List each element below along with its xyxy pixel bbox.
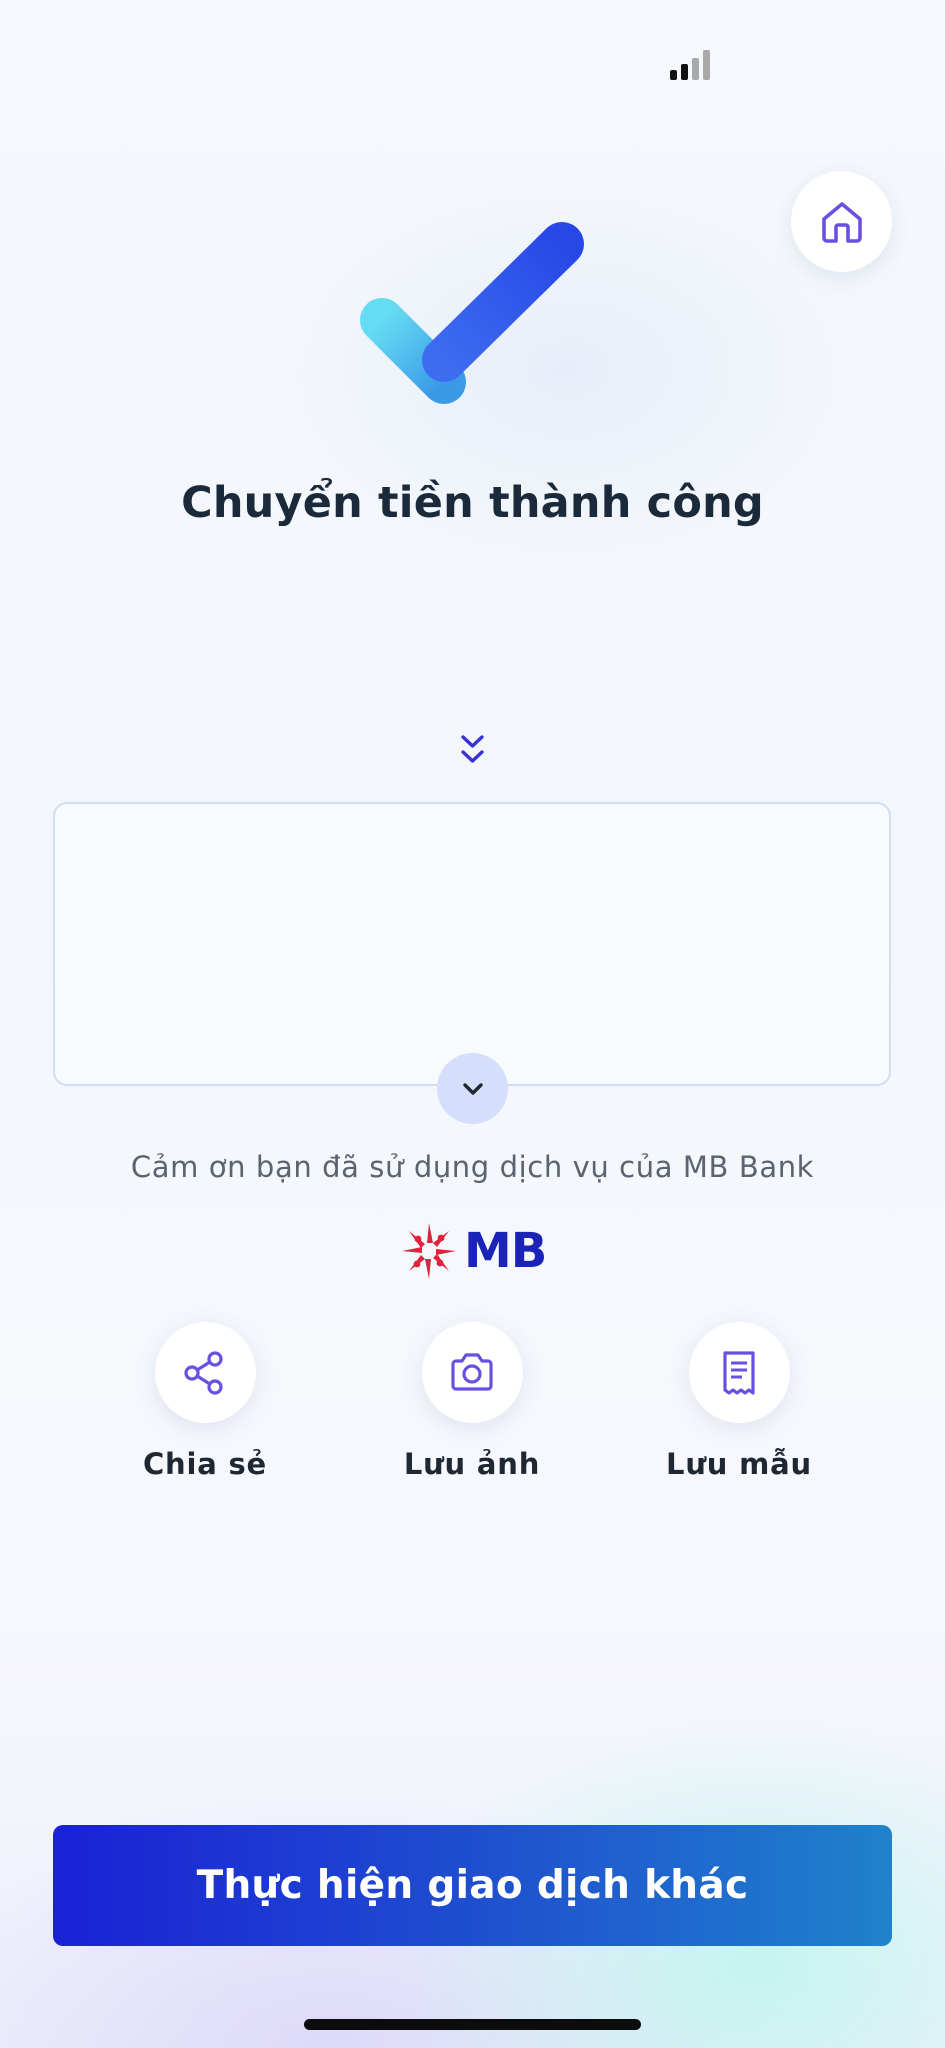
home-icon [821,201,862,243]
save-image-button[interactable] [421,1322,523,1423]
mb-logo-text: MB [464,1223,547,1279]
camera-icon [451,1352,493,1391]
transaction-details-card [53,802,891,1086]
double-chevron-down-icon [461,735,484,763]
home-button[interactable] [791,171,892,272]
save-template-action[interactable]: Lưu mẫu [629,1322,849,1481]
share-label: Chia sẻ [142,1447,268,1481]
new-transaction-button[interactable]: Thực hiện giao dịch khác [53,1825,892,1946]
mb-bank-logo: MB [400,1218,550,1284]
thanks-message: Cảm ơn bạn đã sử dụng dịch vụ của MB Ban… [130,1150,815,1184]
save-template-label: Lưu mẫu [666,1447,812,1481]
receipt-icon [723,1350,755,1395]
signal-strength-icon [670,50,720,80]
save-image-action[interactable]: Lưu ảnh [362,1322,582,1481]
share-icon [184,1350,223,1395]
share-button[interactable] [154,1322,256,1423]
expand-details-button[interactable] [437,1053,508,1124]
share-action[interactable]: Chia sẻ [95,1322,315,1481]
chevron-down-icon [462,1082,483,1095]
save-image-label: Lưu ảnh [403,1447,541,1481]
save-template-button[interactable] [688,1322,790,1423]
success-check-icon [360,222,584,404]
mb-star-icon [402,1223,456,1279]
result-title: Chuyển tiền thành công [181,478,764,528]
home-indicator[interactable] [304,2019,641,2030]
